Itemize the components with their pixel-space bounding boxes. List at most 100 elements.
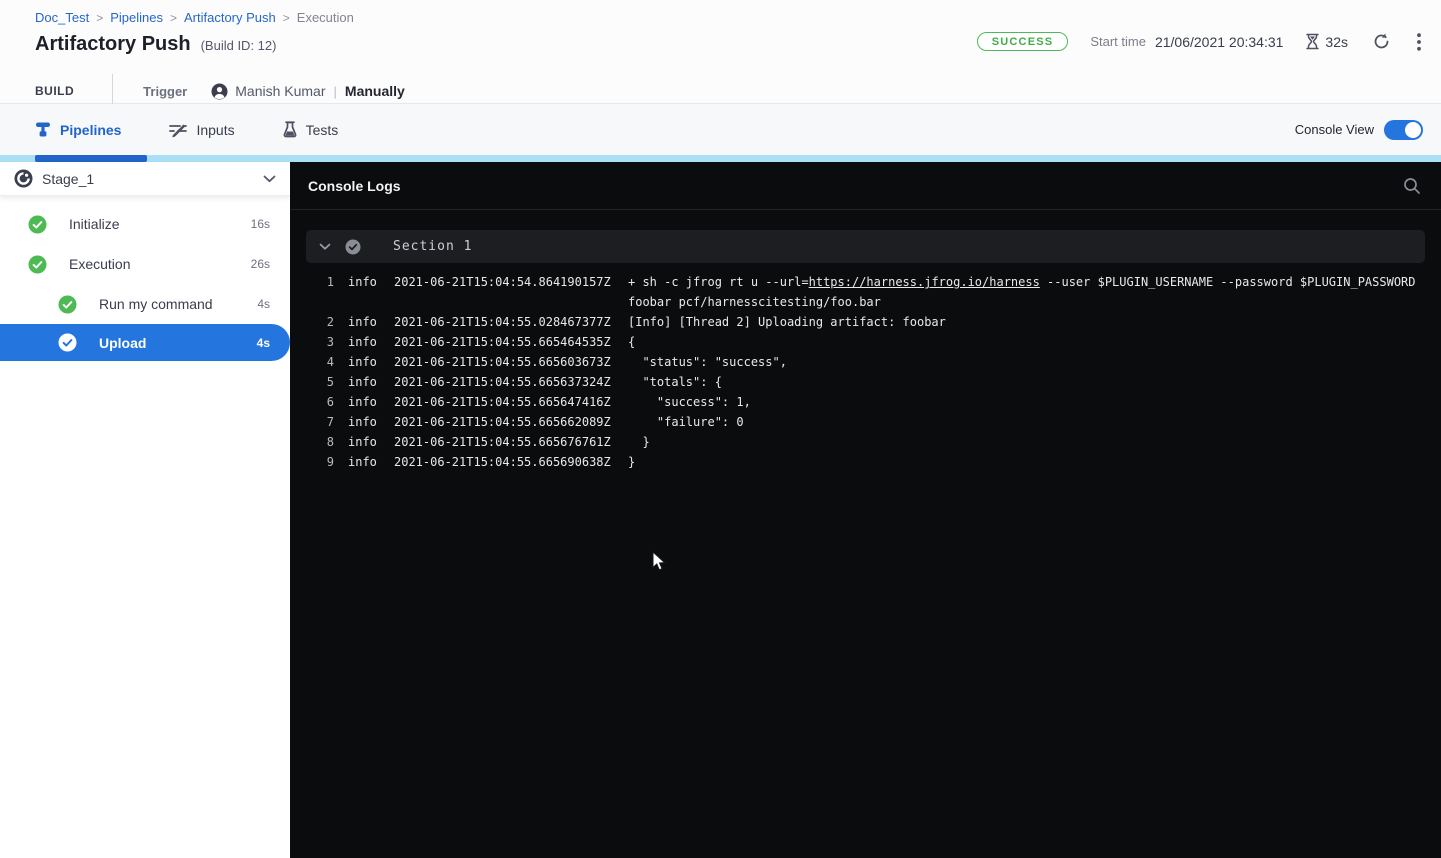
log-message: }	[628, 432, 1428, 452]
step-list: Initialize16sExecution26s Run my command 4…	[0, 196, 290, 361]
log-row: 2 info 2021-06-21T15:04:55.028467377Z [Info…	[306, 312, 1425, 332]
log-lines: 1info2021-06-21T15:04:54.864190157Z+ sh …	[306, 272, 1425, 472]
log-timestamp: 2021-06-21T15:04:54.864190157Z	[394, 272, 614, 312]
breadcrumb-separator: >	[283, 11, 290, 25]
log-row: 9 info 2021-06-21T15:04:55.665690638Z}	[306, 452, 1425, 472]
log-section-header[interactable]: Section 1	[306, 230, 1425, 263]
log-timestamp: 2021-06-21T15:04:55.665647416Z	[394, 392, 614, 412]
log-level: info	[348, 392, 380, 412]
more-options-button[interactable]	[1415, 31, 1423, 53]
search-icon[interactable]	[1401, 175, 1423, 197]
chevron-down-icon[interactable]	[319, 243, 331, 251]
start-time-label: Start time	[1090, 34, 1146, 49]
log-line-number: 4	[316, 352, 334, 372]
page-title: Artifactory Push	[35, 33, 191, 56]
success-check-icon	[58, 295, 77, 314]
tab-inputs[interactable]: Inputs	[169, 122, 234, 138]
tab-label: Inputs	[196, 122, 234, 138]
step-duration: 16s	[251, 217, 270, 231]
stage-sidebar: Stage_1 Initialize16sExecution26sRun my …	[0, 162, 290, 858]
avatar-icon	[211, 83, 228, 100]
console-view-toggle[interactable]	[1384, 120, 1423, 140]
step-upload[interactable]: Upload 4s	[0, 324, 290, 361]
log-line-number: 9	[316, 452, 334, 472]
duration-value: 32s	[1325, 34, 1348, 50]
log-line-number: 7	[316, 412, 334, 432]
stage-icon	[14, 169, 33, 188]
section-title: Section 1	[393, 239, 472, 254]
log-row: 7info2021-06-21T15:04:55.665662089Z "fai…	[306, 412, 1425, 432]
page-header: Doc_Test > Pipelines > Artifactory Push …	[0, 0, 1441, 104]
log-line-number: 2	[316, 312, 334, 332]
trigger-user: Manish Kumar	[235, 83, 325, 99]
breadcrumb-doc-test[interactable]: Doc_Test	[35, 10, 89, 25]
step-initialize[interactable]: Initialize16s	[0, 204, 290, 244]
log-level: info	[348, 272, 380, 312]
breadcrumb: Doc_Test > Pipelines > Artifactory Push …	[35, 10, 1421, 25]
log-level: info	[348, 332, 380, 352]
step-run-my-command[interactable]: Run my command 4s	[0, 284, 290, 324]
log-line-number: 6	[316, 392, 334, 412]
step-duration: 4s	[257, 336, 270, 350]
console-header: Console Logs	[290, 162, 1441, 210]
log-line-number: 3	[316, 332, 334, 352]
step-label: Run my command	[99, 296, 213, 312]
step-duration: 26s	[251, 257, 270, 271]
active-tab-underline	[35, 155, 147, 162]
log-level: info	[348, 312, 380, 332]
log-timestamp: 2021-06-21T15:04:55.665662089Z	[394, 412, 614, 432]
step-duration: 4s	[257, 297, 270, 311]
log-timestamp: 2021-06-21T15:04:55.665690638Z	[394, 452, 614, 472]
log-level: info	[348, 372, 380, 392]
success-check-icon	[28, 215, 47, 234]
log-level: info	[348, 432, 380, 452]
hourglass-icon	[1305, 33, 1320, 50]
log-row: 3info2021-06-21T15:04:55.665464535Z{	[306, 332, 1425, 352]
console-view-label: Console View	[1295, 122, 1374, 137]
stage-selector[interactable]: Stage_1	[0, 162, 290, 196]
tab-bar: Pipelines Inputs Tests Console View	[0, 104, 1441, 155]
log-line-number: 5	[316, 372, 334, 392]
log-message: }	[628, 452, 1428, 472]
log-timestamp: 2021-06-21T15:04:55.665676761Z	[394, 432, 614, 452]
log-link[interactable]: https://harness.jfrog.io/harness	[809, 275, 1040, 289]
tab-tests[interactable]: Tests	[283, 121, 339, 138]
log-row: 4 info 2021-06-21T15:04:55.665603673Z "sta…	[306, 352, 1425, 372]
flask-icon	[283, 121, 297, 138]
pipeline-icon	[35, 121, 51, 138]
tab-pipelines[interactable]: Pipelines	[35, 121, 121, 138]
start-time-value: 21/06/2021 20:34:31	[1155, 34, 1283, 50]
breadcrumb-pipelines[interactable]: Pipelines	[110, 10, 163, 25]
breadcrumb-separator: >	[96, 11, 103, 25]
breadcrumb-separator: >	[170, 11, 177, 25]
breadcrumb-execution: Execution	[297, 10, 354, 25]
log-message: "status": "success",	[628, 352, 1428, 372]
divider	[112, 74, 113, 108]
build-id-label: (Build ID: 12)	[201, 38, 277, 53]
log-message: "failure": 0	[628, 412, 1428, 432]
build-type-label: BUILD	[35, 84, 74, 98]
log-line-number: 1	[316, 272, 334, 312]
step-label: Upload	[99, 335, 146, 351]
success-check-icon	[28, 255, 47, 274]
step-execution[interactable]: Execution26s	[0, 244, 290, 284]
breadcrumb-artifactory-push[interactable]: Artifactory Push	[184, 10, 276, 25]
log-message: [Info] [Thread 2] Uploading artifact: fo…	[628, 312, 1428, 332]
chevron-down-icon[interactable]	[263, 175, 276, 183]
log-level: info	[348, 452, 380, 472]
log-timestamp: 2021-06-21T15:04:55.665637324Z	[394, 372, 614, 392]
log-row: 5info2021-06-21T15:04:55.665637324Z "tot…	[306, 372, 1425, 392]
log-line-number: 8	[316, 432, 334, 452]
log-message: "success": 1,	[628, 392, 1428, 412]
log-timestamp: 2021-06-21T15:04:55.665603673Z	[394, 352, 614, 372]
log-row: 6 info 2021-06-21T15:04:55.665647416Z "suc…	[306, 392, 1425, 412]
console-panel: Console Logs Section 1 1 info 2021-06-21T1…	[290, 162, 1441, 858]
log-level: info	[348, 352, 380, 372]
refresh-button[interactable]	[1370, 30, 1393, 53]
console-logs-title: Console Logs	[308, 178, 401, 194]
stage-name: Stage_1	[42, 171, 254, 187]
log-row: 8 info 2021-06-21T15:04:55.665676761Z }	[306, 432, 1425, 452]
log-timestamp: 2021-06-21T15:04:55.028467377Z	[394, 312, 614, 332]
tab-label: Tests	[306, 122, 339, 138]
inputs-icon	[169, 122, 187, 138]
